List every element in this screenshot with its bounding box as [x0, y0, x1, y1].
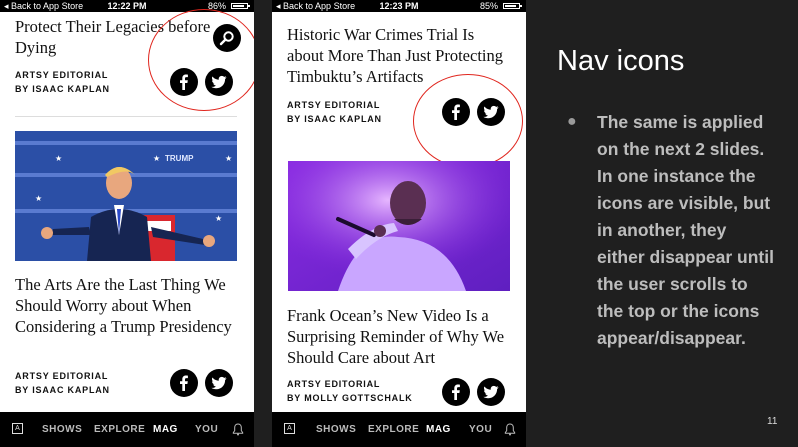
nav-item-shows[interactable]: SHOWS — [316, 412, 356, 447]
article-section: ARTSY EDITORIAL — [287, 379, 381, 389]
nav-item-you[interactable]: YOU — [195, 412, 218, 447]
facebook-icon — [452, 104, 460, 120]
article-meta: ARTSY EDITORIAL BY MOLLY GOTTSCHALK — [287, 377, 413, 405]
nav-item-you[interactable]: YOU — [469, 412, 492, 447]
article-title[interactable]: Historic War Crimes Trial Is about More … — [287, 24, 512, 87]
facebook-share-button[interactable] — [442, 378, 470, 406]
slide-bullet-text: The same is applied on the next 2 slides… — [597, 112, 774, 348]
bell-icon[interactable] — [504, 423, 516, 436]
battery-percent: 86% — [207, 1, 226, 11]
nav-item-shows[interactable]: SHOWS — [42, 412, 82, 447]
svg-text:★: ★ — [153, 154, 160, 163]
bottom-nav-bar: A SHOWS EXPLORE MAG YOU — [0, 412, 254, 447]
article-title[interactable]: Frank Ocean’s New Video Is a Surprising … — [287, 305, 512, 368]
facebook-icon — [452, 384, 460, 400]
article-byline[interactable]: BY ISAAC KAPLAN — [15, 82, 110, 96]
nav-item-mag[interactable]: MAG — [426, 412, 451, 447]
slide-title: Nav icons — [557, 45, 685, 77]
facebook-icon — [180, 375, 188, 391]
twitter-icon — [211, 75, 227, 89]
battery-percent: 85% — [479, 1, 498, 11]
article-byline[interactable]: BY ISAAC KAPLAN — [15, 383, 110, 397]
bullet-marker: ● — [567, 113, 577, 130]
article-byline[interactable]: BY MOLLY GOTTSCHALK — [287, 391, 413, 405]
artsy-logo-icon[interactable]: A — [12, 423, 23, 434]
slide-page-number: 11 — [767, 416, 778, 427]
article-hero-image[interactable]: TRUMP ★ ★ ★ ★ ★ — [15, 131, 237, 261]
twitter-share-button[interactable] — [205, 369, 233, 397]
article-meta: ARTSY EDITORIAL BY ISAAC KAPLAN — [15, 68, 110, 96]
svg-text:★: ★ — [215, 214, 222, 223]
nav-item-mag[interactable]: MAG — [153, 412, 178, 447]
nav-item-explore[interactable]: EXPLORE — [368, 412, 419, 447]
battery-level — [505, 5, 516, 7]
twitter-icon — [211, 376, 227, 390]
twitter-share-button[interactable] — [205, 68, 233, 96]
article-hero-image[interactable] — [288, 161, 510, 291]
status-bar: ◂ Back to App Store 12:23 PM 85% — [272, 0, 526, 12]
bottom-nav-bar: A SHOWS EXPLORE MAG YOU — [272, 412, 526, 447]
sign-text: TRUMP — [165, 154, 194, 163]
svg-text:★: ★ — [35, 194, 42, 203]
frank-ocean-video-still — [288, 161, 510, 291]
article-title[interactable]: Protect Their Legacies before Dying — [15, 16, 240, 58]
facebook-icon — [180, 74, 188, 90]
article-section: ARTSY EDITORIAL — [15, 371, 109, 381]
twitter-share-button[interactable] — [477, 98, 505, 126]
svg-text:★: ★ — [225, 154, 232, 163]
search-button[interactable] — [213, 24, 241, 52]
facebook-share-button[interactable] — [170, 369, 198, 397]
artsy-logo-icon[interactable]: A — [284, 423, 295, 434]
twitter-icon — [483, 385, 499, 399]
article-title[interactable]: The Arts Are the Last Thing We Should Wo… — [15, 274, 240, 337]
article-divider — [15, 116, 237, 117]
status-bar: ◂ Back to App Store 12:22 PM 86% — [0, 0, 254, 12]
battery-level — [233, 5, 244, 7]
nav-item-explore[interactable]: EXPLORE — [94, 412, 145, 447]
bell-icon[interactable] — [232, 423, 244, 436]
article-byline[interactable]: BY ISAAC KAPLAN — [287, 112, 382, 126]
twitter-share-button[interactable] — [477, 378, 505, 406]
phone-screenshot-right: ◂ Back to App Store 12:23 PM 85% Histori… — [272, 0, 526, 447]
trump-rally-photo: TRUMP ★ ★ ★ ★ ★ — [15, 131, 237, 261]
search-icon — [219, 31, 234, 46]
facebook-share-button[interactable] — [442, 98, 470, 126]
article-meta: ARTSY EDITORIAL BY ISAAC KAPLAN — [287, 98, 382, 126]
annotation-circle — [413, 74, 523, 168]
battery-icon — [503, 3, 522, 9]
article-section: ARTSY EDITORIAL — [287, 100, 381, 110]
phone-screenshot-left: ◂ Back to App Store 12:22 PM 86% Protect… — [0, 0, 254, 447]
battery-icon — [231, 3, 250, 9]
twitter-icon — [483, 105, 499, 119]
article-section: ARTSY EDITORIAL — [15, 70, 109, 80]
article-meta: ARTSY EDITORIAL BY ISAAC KAPLAN — [15, 369, 110, 397]
svg-text:★: ★ — [55, 154, 62, 163]
facebook-share-button[interactable] — [170, 68, 198, 96]
